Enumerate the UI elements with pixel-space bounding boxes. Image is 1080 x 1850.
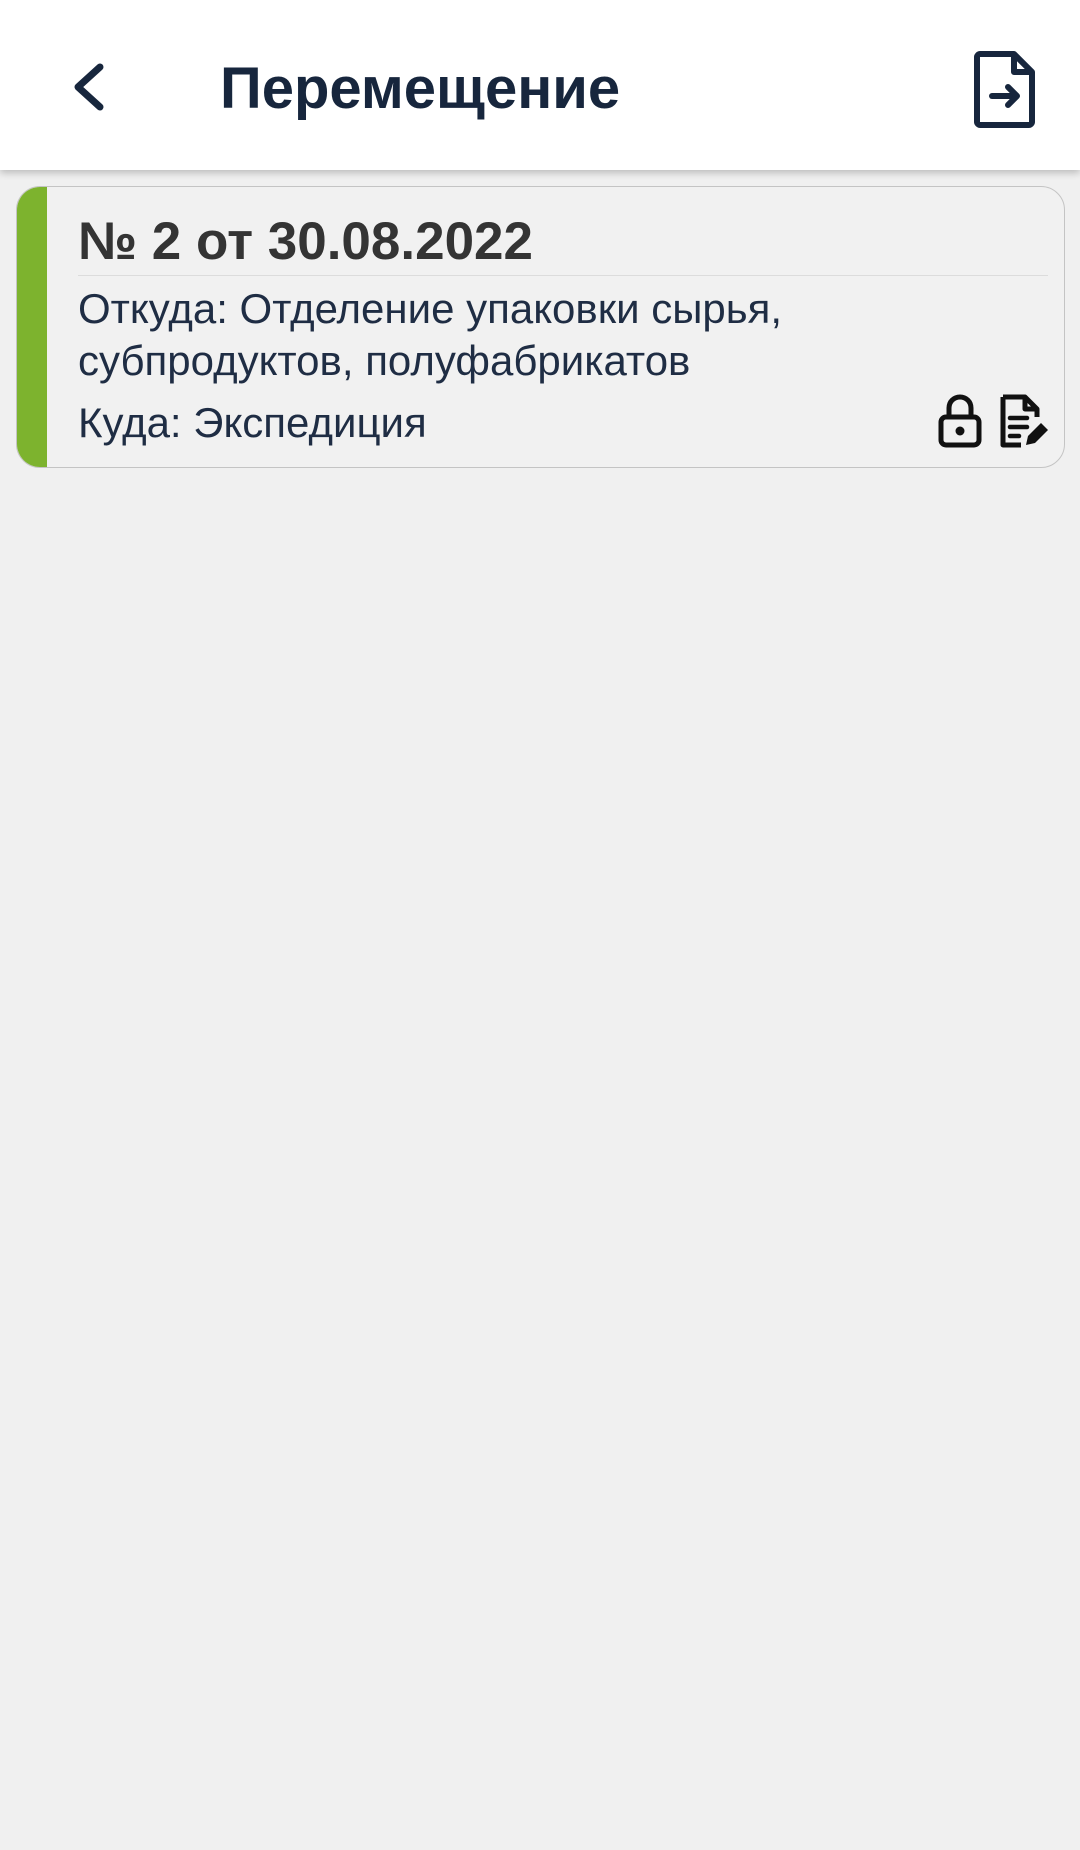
file-export-icon [974,51,1035,128]
status-stripe [17,187,47,467]
document-from: Откуда: Отделение упаковки сырья, субпро… [78,285,783,384]
document-to: Куда: Экспедиция [78,399,427,446]
documents-list: № 2 от 30.08.2022 Откуда: Отделение упак… [0,170,1080,1850]
export-document-button[interactable] [960,44,1060,134]
page-title: Перемещение [220,56,621,121]
lock-icon [938,394,982,448]
file-edit-icon[interactable] [997,393,1049,449]
document-title: № 2 от 30.08.2022 [78,212,534,271]
chevron-left-icon [74,63,104,111]
back-button[interactable] [48,45,128,125]
card-divider [78,275,1048,276]
document-card[interactable]: № 2 от 30.08.2022 Откуда: Отделение упак… [16,186,1065,468]
app-header: Перемещение [0,0,1080,170]
